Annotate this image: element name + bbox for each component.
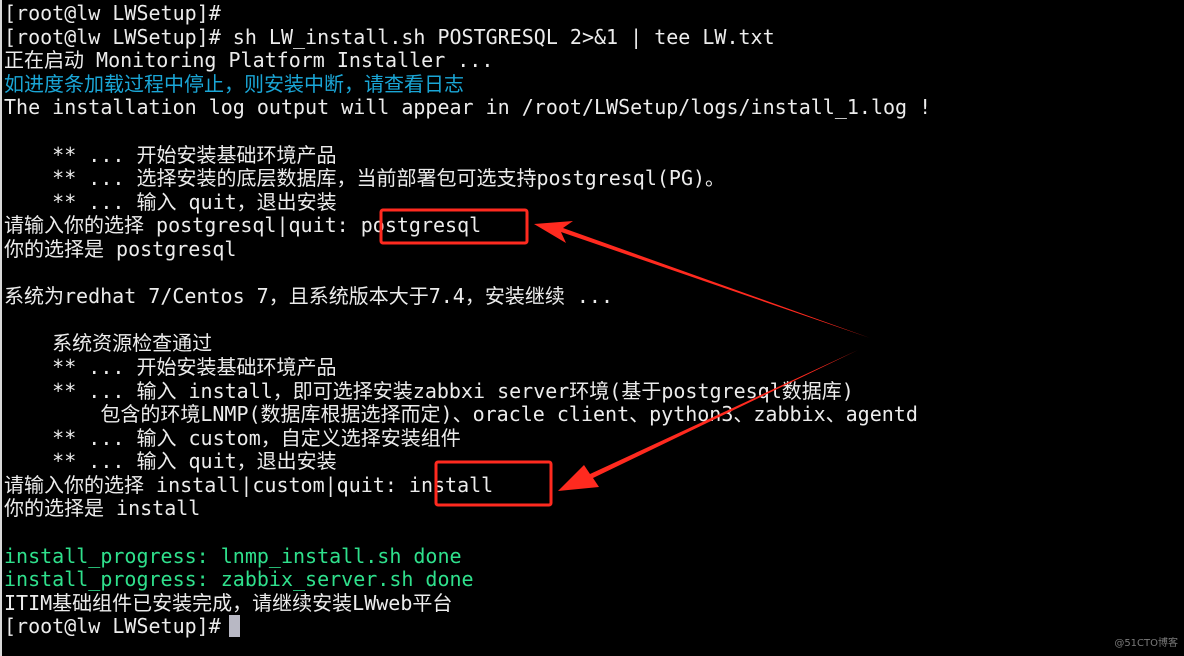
annotation-overlay [379, 208, 870, 507]
arrow-to-install [558, 350, 858, 491]
highlight-box-install [434, 460, 553, 507]
watermark: @51CTO博客 [1114, 638, 1178, 649]
arrow-to-postgresql [534, 221, 870, 338]
highlight-box-postgresql [379, 208, 529, 245]
